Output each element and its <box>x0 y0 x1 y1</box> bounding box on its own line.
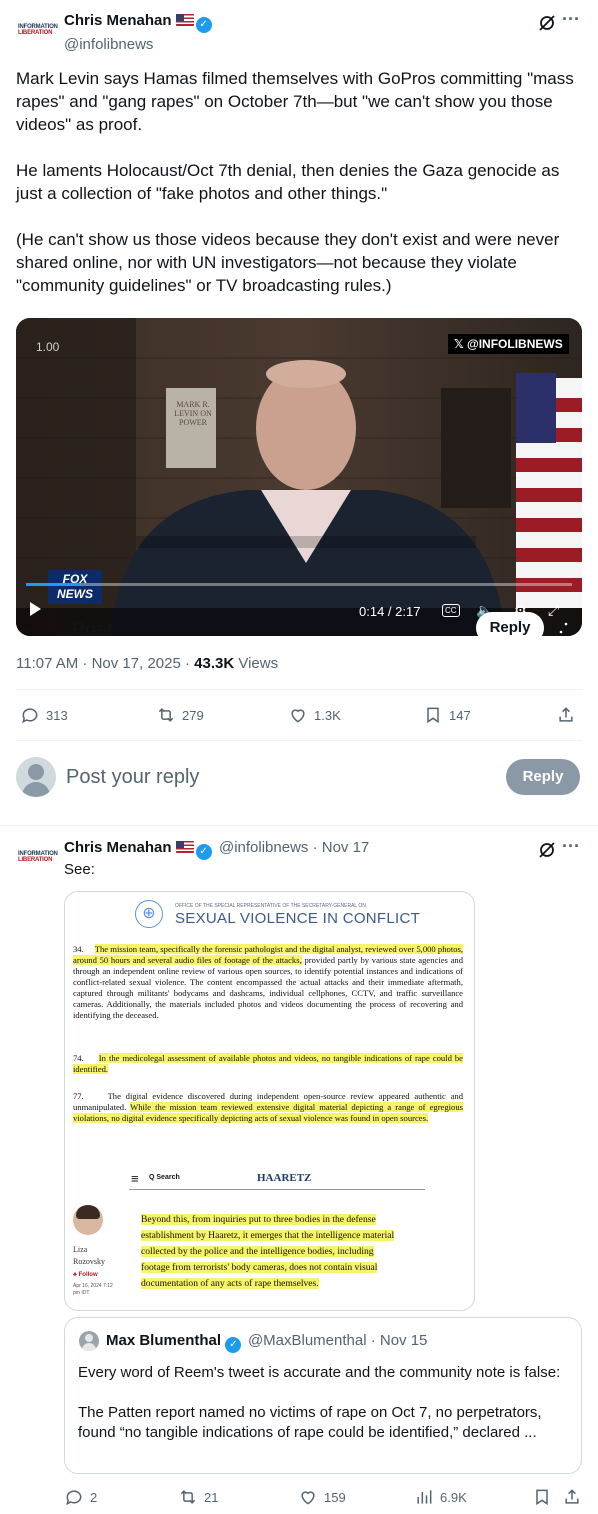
repost-action[interactable]: 21 <box>178 1487 218 1507</box>
bookmark-action[interactable] <box>532 1487 552 1507</box>
video-progress-fill <box>26 583 81 586</box>
heart-icon <box>301 1491 315 1505</box>
reply-text: See: <box>64 861 95 878</box>
playback-speed[interactable]: 1.00 <box>36 340 59 354</box>
captions-icon[interactable]: CC <box>442 604 460 617</box>
back-arrow-icon[interactable]: ← <box>18 617 38 640</box>
bookmark-icon <box>536 1489 548 1506</box>
reply-action[interactable]: 313 <box>20 705 68 725</box>
share-icon <box>559 707 573 722</box>
reply-action[interactable]: 2 <box>64 1487 97 1507</box>
author-name[interactable]: Chris Menahan <box>64 12 172 29</box>
information-liberation-logo[interactable]: INFORMATION LIBERATION <box>18 851 58 863</box>
avatar[interactable] <box>16 757 56 797</box>
video-progress-track[interactable] <box>26 583 572 586</box>
search-label: Q Search <box>149 1174 180 1181</box>
views-count: 43.3K <box>194 655 235 672</box>
bookmark-action[interactable]: 147 <box>423 705 471 725</box>
paragraph-77: 77. The digital evidence discovered duri… <box>73 1091 463 1123</box>
paragraph-34: 34. The mission team, specifically the f… <box>73 944 463 1020</box>
fullscreen-icon[interactable]: ⤢ <box>548 602 559 619</box>
repost-icon <box>180 1490 196 1504</box>
fox-news-logo: FOX NEWS <box>48 570 102 604</box>
reply-input[interactable]: Post your reply <box>66 766 199 789</box>
book-cover-text: MARK R. LEVIN ON POWER <box>174 400 212 427</box>
like-action[interactable]: 1.3K <box>288 705 341 725</box>
play-icon[interactable] <box>30 602 41 616</box>
like-action[interactable]: 159 <box>298 1487 346 1507</box>
author-name[interactable]: Max Blumenthal <box>106 1332 221 1349</box>
more-options-icon[interactable]: ··· <box>562 836 580 857</box>
quoted-tweet[interactable]: Max Blumenthal ✓ @MaxBlumenthal · Nov 15… <box>64 1317 582 1474</box>
bookmark-icon <box>427 707 439 724</box>
reply-author[interactable]: Chris Menahan ✓ @infolibnews · Nov 17 <box>64 839 369 860</box>
verified-badge-icon: ✓ <box>195 17 212 33</box>
divider <box>16 689 582 690</box>
information-liberation-logo[interactable]: INFORMATION LIBERATION <box>18 24 58 36</box>
article-date: Apr 16, 2024 7:12 pm IDT <box>73 1283 113 1296</box>
more-options-icon[interactable]: ··· <box>562 9 580 30</box>
divider <box>129 1189 425 1190</box>
reply-icon <box>66 1490 82 1506</box>
follow-link: ♣ Follow <box>73 1272 98 1278</box>
avatar[interactable] <box>79 1331 99 1351</box>
author-handle[interactable]: @infolibnews <box>64 36 212 53</box>
tweet-timestamp: 11:07 AM · Nov 17, 2025 · 43.3K Views <box>16 655 279 672</box>
haaretz-logo: HAARETZ <box>257 1172 312 1184</box>
nav-reply-button[interactable]: Reply <box>476 612 544 644</box>
author-name[interactable]: Chris Menahan <box>64 839 172 856</box>
views-action[interactable]: 6.9K <box>414 1487 467 1507</box>
haaretz-quote: Beyond this, from inquiries put to three… <box>141 1214 395 1289</box>
share-icon <box>565 1489 579 1504</box>
reply-button[interactable]: Reply <box>506 759 580 795</box>
verified-badge-icon: ✓ <box>195 844 212 860</box>
menu-icon: ≡ <box>131 1171 139 1186</box>
author-handle[interactable]: @MaxBlumenthal · Nov 15 <box>248 1332 427 1349</box>
repost-action[interactable]: 279 <box>156 705 204 725</box>
watermark: 𝕏 @INFOLIBNEWS <box>448 334 569 354</box>
analytics-icon <box>417 1490 432 1504</box>
tweet-paragraph: Mark Levin says Hamas filmed themselves … <box>16 69 574 134</box>
article-author: Liza Rozovsky <box>73 1245 105 1266</box>
divider <box>0 825 598 826</box>
sort-replies-icon[interactable] <box>554 618 574 638</box>
tweet-text: Mark Levin says Hamas filmed themselves … <box>16 67 582 297</box>
grok-icon[interactable] <box>536 12 558 34</box>
verified-badge-icon: ✓ <box>225 1337 242 1353</box>
tweet-author[interactable]: Chris Menahan ✓ @infolibnews <box>64 12 212 53</box>
reply-icon <box>22 708 38 724</box>
share-action[interactable] <box>556 705 576 725</box>
heart-icon <box>291 709 305 723</box>
author-photo <box>73 1205 103 1235</box>
video-time: 0:14 / 2:17 <box>359 604 421 619</box>
repost-icon <box>158 708 174 722</box>
x-logo-icon: 𝕏 <box>454 337 468 351</box>
quote-text: Every word of Reem's tweet is accurate a… <box>78 1364 561 1441</box>
author-handle[interactable]: @infolibnews · Nov 17 <box>219 839 369 856</box>
quote-author[interactable]: Max Blumenthal ✓ @MaxBlumenthal · Nov 15 <box>106 1332 427 1353</box>
grok-icon[interactable] <box>536 839 558 861</box>
us-flag-icon <box>175 841 194 853</box>
tweet-paragraph: (He can't show us those videos because t… <box>16 230 560 295</box>
tweet-paragraph: He laments Holocaust/Oct 7th denial, the… <box>16 161 560 203</box>
share-action[interactable] <box>562 1487 582 1507</box>
un-emblem-icon: ⊕ <box>135 900 163 928</box>
paragraph-74: 74. In the medicolegal assessment of ava… <box>73 1053 463 1074</box>
us-flag-icon <box>175 14 194 26</box>
page-title: Post <box>72 619 114 640</box>
video-player[interactable]: 1.00 𝕏 @INFOLIBNEWS MARK R. LEVIN ON POW… <box>16 318 582 636</box>
attached-image[interactable]: ⊕ OFFICE OF THE SPECIAL REPRESENTATIVE O… <box>64 891 475 1311</box>
divider <box>16 740 582 741</box>
